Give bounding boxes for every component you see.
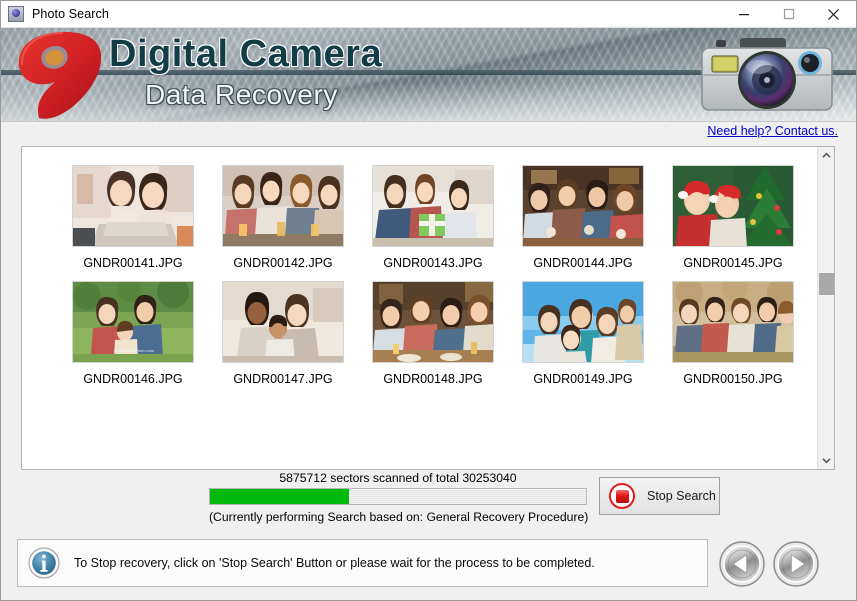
photo-family-park-picnic: © CanStockPhoto.com xyxy=(73,282,193,362)
stop-search-label: Stop Search xyxy=(647,489,716,503)
thumbnail-label: GNDR00143.JPG xyxy=(383,256,483,270)
thumbnail-panel: GNDR00141.JPG GNDR00142.JPG GNDR00143.JP… xyxy=(21,146,835,470)
info-message-panel: To Stop recovery, click on 'Stop Search'… xyxy=(17,539,708,587)
scroll-up-button[interactable] xyxy=(818,147,834,164)
thumbnail-item[interactable]: GNDR00142.JPG xyxy=(208,165,358,270)
thumbnail-image[interactable]: © CanStockPhoto.com xyxy=(72,281,194,363)
brand-text: Digital Camera Data Recovery xyxy=(109,32,589,112)
thumbnail-label: GNDR00145.JPG xyxy=(683,256,783,270)
progress-section: 5875712 sectors scanned of total 3025304… xyxy=(209,471,589,524)
thumbnail-item[interactable]: GNDR00144.JPG xyxy=(508,165,658,270)
photo-group-cafe-toast xyxy=(523,166,643,246)
thumbnail-item[interactable]: GNDR00148.JPG xyxy=(358,281,508,386)
minimize-button[interactable] xyxy=(721,1,766,27)
photo-family-hug-indoor xyxy=(223,282,343,362)
minimize-icon xyxy=(738,14,749,16)
title-bar: Photo Search xyxy=(1,1,856,28)
thumbnail-item[interactable]: GNDR00141.JPG xyxy=(58,165,208,270)
thumbnail-image[interactable] xyxy=(522,281,644,363)
window-title: Photo Search xyxy=(32,7,109,21)
photo-friends-drinks-table xyxy=(223,166,343,246)
thumbnail-image[interactable] xyxy=(372,165,494,247)
photo-christmas-tree-santa-hats xyxy=(673,166,793,246)
window-bottom-strip xyxy=(1,590,856,600)
thumbnail-item[interactable]: GNDR00143.JPG xyxy=(358,165,508,270)
scroll-down-button[interactable] xyxy=(818,452,834,469)
thumbnail-image[interactable] xyxy=(222,165,344,247)
app-banner: Digital Camera Data Recovery xyxy=(1,28,856,122)
close-icon xyxy=(828,8,839,20)
photo-family-birthday-gift xyxy=(373,166,493,246)
thumbnail-item[interactable]: © CanStockPhoto.com GNDR00146.JPG xyxy=(58,281,208,386)
thumbnail-scrollbar[interactable] xyxy=(817,147,834,469)
info-message-text: To Stop recovery, click on 'Stop Search'… xyxy=(74,556,595,570)
thumbnail-label: GNDR00142.JPG xyxy=(233,256,333,270)
thumbnail-label: GNDR00148.JPG xyxy=(383,372,483,386)
thumbnail-item[interactable]: GNDR00149.JPG xyxy=(508,281,658,386)
help-bar: Need help? Contact us. xyxy=(1,122,856,142)
close-button[interactable] xyxy=(811,1,856,27)
red-nine-swirl-logo xyxy=(18,32,102,119)
thumbnail-label: GNDR00147.JPG xyxy=(233,372,333,386)
need-help-link[interactable]: Need help? Contact us. xyxy=(707,124,838,138)
progress-bar xyxy=(209,488,587,505)
photo-friends-restaurant-table xyxy=(373,282,493,362)
thumbnail-row: © CanStockPhoto.com GNDR00146.JPG GNDR00… xyxy=(22,281,812,386)
photo-two-women-laptop xyxy=(73,166,193,246)
thumbnail-image[interactable] xyxy=(672,165,794,247)
thumbnail-label: GNDR00144.JPG xyxy=(533,256,633,270)
thumbnail-image[interactable] xyxy=(672,281,794,363)
info-icon xyxy=(28,547,60,579)
stop-square-icon xyxy=(609,483,635,509)
maximize-button[interactable] xyxy=(766,1,811,27)
brand-line-2: Data Recovery xyxy=(145,79,338,110)
stop-search-button[interactable]: Stop Search xyxy=(599,477,720,515)
brand-line-1: Digital Camera xyxy=(109,33,383,75)
thumbnail-item[interactable]: GNDR00145.JPG xyxy=(658,165,808,270)
photo-family-blue-sky xyxy=(523,282,643,362)
thumbnail-row: GNDR00141.JPG GNDR00142.JPG GNDR00143.JP… xyxy=(22,165,812,270)
thumbnail-label: GNDR00150.JPG xyxy=(683,372,783,386)
camera-illustration xyxy=(701,38,833,111)
thumbnail-image[interactable] xyxy=(372,281,494,363)
next-button[interactable] xyxy=(773,541,819,587)
chevron-up-icon xyxy=(822,152,831,158)
thumbnail-image[interactable] xyxy=(522,165,644,247)
maximize-icon xyxy=(783,8,794,20)
thumbnail-label: GNDR00149.JPG xyxy=(533,372,633,386)
thumbnail-image[interactable] xyxy=(222,281,344,363)
thumbnail-item[interactable]: GNDR00150.JPG xyxy=(658,281,808,386)
thumbnail-label: GNDR00141.JPG xyxy=(83,256,183,270)
chevron-down-icon xyxy=(822,458,831,464)
progress-caption: 5875712 sectors scanned of total 3025304… xyxy=(279,471,517,485)
thumbnail-scroll-area: GNDR00141.JPG GNDR00142.JPG GNDR00143.JP… xyxy=(22,147,812,469)
thumbnail-image[interactable] xyxy=(72,165,194,247)
photo-search-window: Photo Search Digital Camera Data Recover… xyxy=(0,0,857,601)
thumbnail-label: GNDR00146.JPG xyxy=(83,372,183,386)
photo-friends-autumn-outdoors xyxy=(673,282,793,362)
thumbnail-item[interactable]: GNDR00147.JPG xyxy=(208,281,358,386)
window-controls xyxy=(721,1,856,27)
camera-app-icon xyxy=(8,6,24,22)
back-button[interactable] xyxy=(719,541,765,587)
svg-text:© CanStockPhoto.com: © CanStockPhoto.com xyxy=(114,348,155,353)
navigation-buttons xyxy=(719,539,845,589)
scrollbar-thumb[interactable] xyxy=(819,273,834,295)
progress-sub-caption: (Currently performing Search based on: G… xyxy=(209,510,589,524)
progress-bar-fill xyxy=(210,489,350,504)
